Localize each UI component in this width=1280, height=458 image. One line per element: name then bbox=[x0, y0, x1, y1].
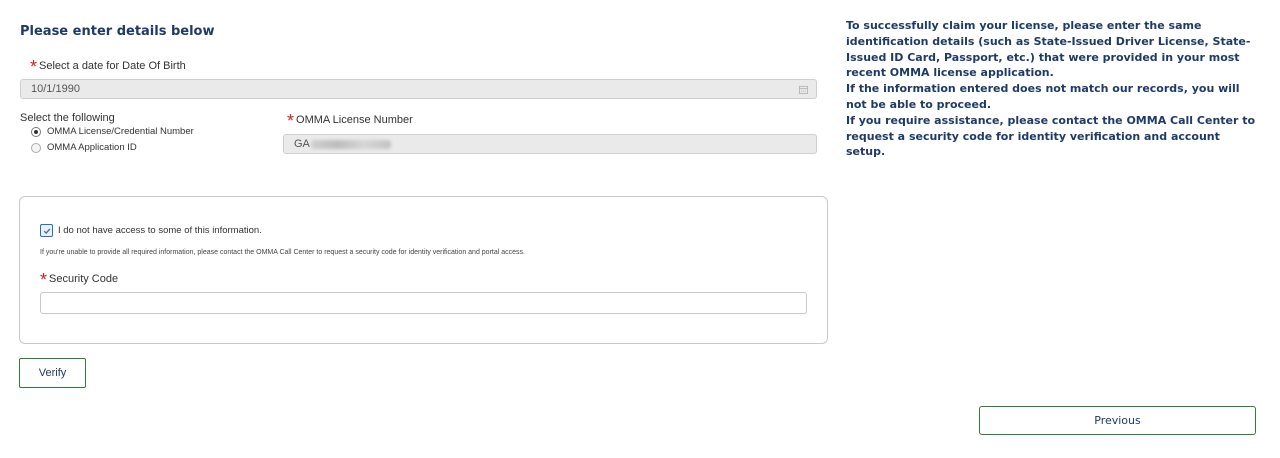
no-access-checkbox-row[interactable]: I do not have access to some of this inf… bbox=[40, 224, 262, 237]
radio-label: OMMA License/Credential Number bbox=[47, 126, 194, 137]
id-type-label: Select the following bbox=[20, 112, 115, 124]
required-asterisk: * bbox=[30, 57, 38, 77]
license-number-label: * OMMA License Number bbox=[287, 112, 413, 130]
previous-button[interactable]: Previous bbox=[979, 406, 1256, 435]
radio-option-license[interactable]: OMMA License/Credential Number bbox=[31, 126, 194, 137]
radio-button-selected[interactable] bbox=[31, 126, 41, 137]
dob-label: * Select a date for Date Of Birth bbox=[30, 58, 186, 76]
no-access-checkbox[interactable] bbox=[40, 224, 53, 237]
dob-value: 10/1/1990 bbox=[31, 83, 80, 95]
license-label-text: OMMA License Number bbox=[296, 114, 413, 126]
instructions-line-3: If you require assistance, please contac… bbox=[846, 113, 1256, 159]
required-asterisk: * bbox=[40, 270, 48, 290]
dob-label-text: Select a date for Date Of Birth bbox=[39, 60, 186, 72]
security-code-input[interactable] bbox=[40, 292, 807, 314]
calendar-icon[interactable] bbox=[799, 85, 808, 94]
security-code-note: If you're unable to provide all required… bbox=[40, 249, 525, 256]
instructions-panel: To successfully claim your license, plea… bbox=[846, 18, 1258, 160]
license-number-input[interactable]: GA bbox=[283, 134, 817, 154]
security-code-label-text: Security Code bbox=[49, 273, 119, 285]
no-access-card: I do not have access to some of this inf… bbox=[19, 196, 828, 344]
security-code-label: * Security Code bbox=[40, 271, 119, 289]
no-access-checkbox-label: I do not have access to some of this inf… bbox=[58, 225, 262, 236]
instructions-line-2: If the information entered does not matc… bbox=[846, 82, 1240, 111]
checkmark-icon bbox=[43, 227, 50, 234]
instructions-line-1: To successfully claim your license, plea… bbox=[846, 19, 1251, 80]
verify-button[interactable]: Verify bbox=[19, 358, 86, 388]
radio-button[interactable] bbox=[31, 142, 41, 153]
dob-input[interactable]: 10/1/1990 bbox=[20, 79, 817, 99]
required-asterisk: * bbox=[287, 111, 295, 131]
redacted-value bbox=[310, 139, 391, 149]
radio-option-application-id[interactable]: OMMA Application ID bbox=[31, 142, 137, 153]
form-heading: Please enter details below bbox=[20, 24, 215, 39]
license-number-prefix: GA bbox=[294, 138, 310, 150]
radio-label: OMMA Application ID bbox=[47, 142, 137, 153]
